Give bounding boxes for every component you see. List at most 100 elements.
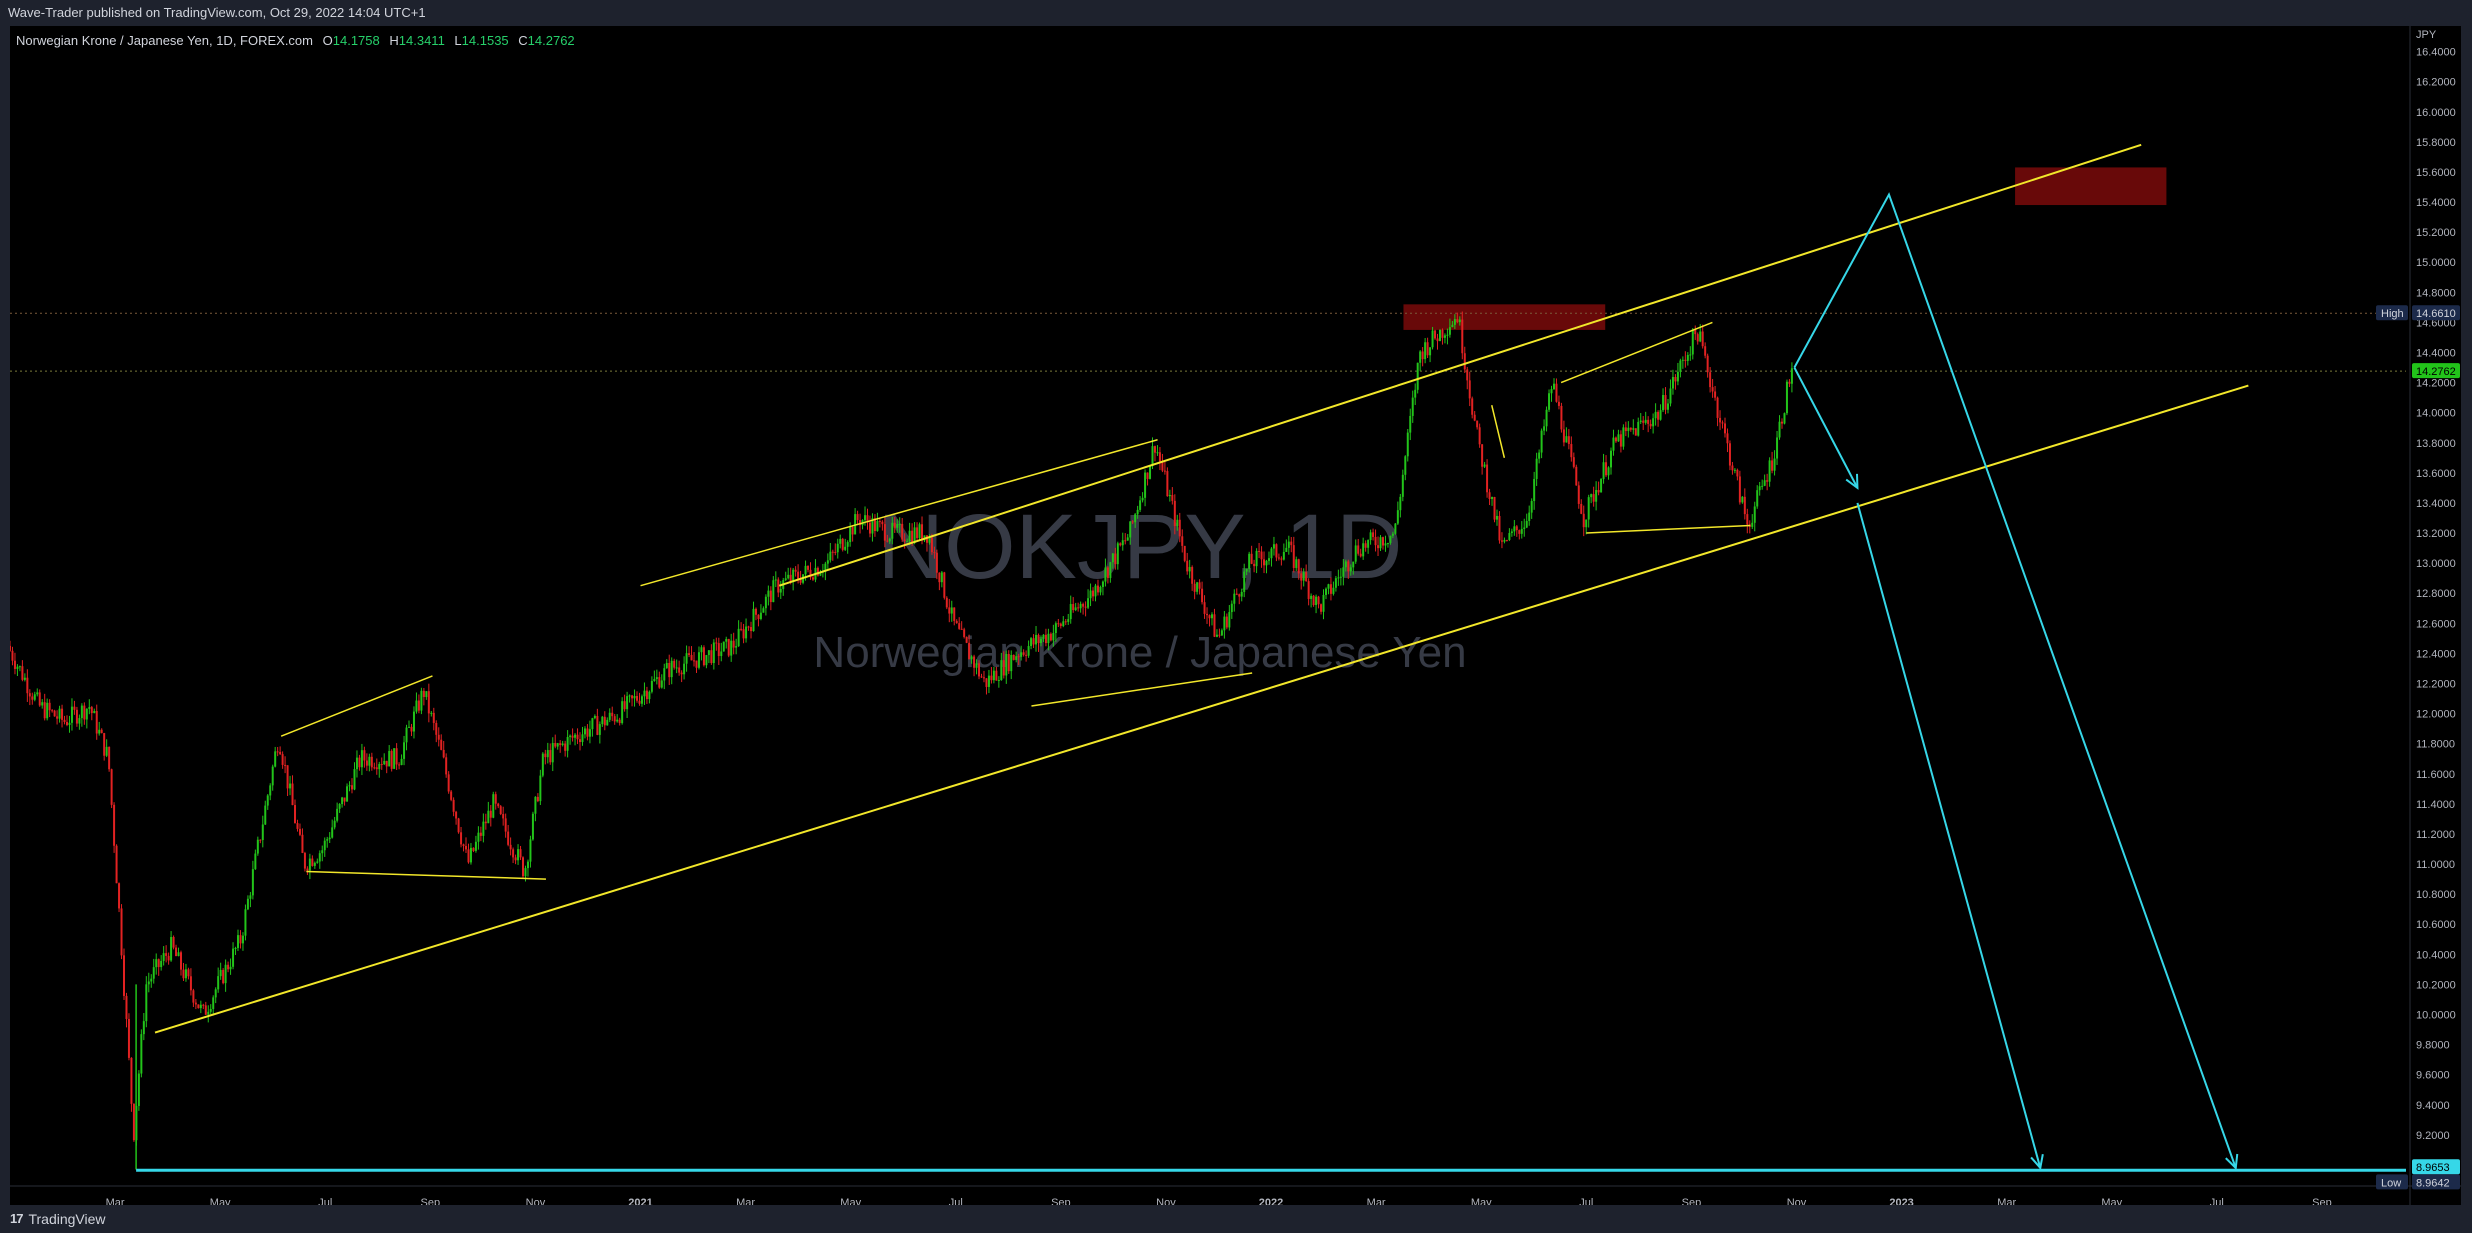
candle-body [1186, 560, 1189, 572]
candle-body [80, 705, 83, 719]
candle-body [118, 883, 121, 909]
candle-body [1780, 421, 1783, 424]
candle-body [1109, 562, 1112, 578]
candle-body [643, 690, 646, 697]
candle-body [1116, 543, 1119, 565]
candle-body [1364, 543, 1367, 548]
candle-body [1438, 329, 1441, 342]
candle-body [46, 702, 49, 719]
candle-body [103, 733, 106, 756]
candle-body [1025, 654, 1028, 656]
candle-body [1627, 427, 1630, 432]
candle-body [727, 638, 730, 656]
candle-body [512, 849, 515, 858]
candle-body [162, 953, 165, 961]
candle-body [564, 743, 567, 751]
candle-body [1530, 501, 1533, 513]
candle-body [1171, 494, 1174, 501]
candle-body [933, 552, 936, 554]
candle-body [1218, 634, 1221, 636]
candle-body [826, 560, 829, 564]
candle-body [502, 814, 505, 819]
candle-body [561, 743, 564, 746]
candle-body [73, 706, 76, 710]
candle-body [1649, 423, 1652, 427]
candle-body [722, 641, 725, 652]
candle-body [123, 955, 126, 996]
candle-body [1434, 330, 1437, 339]
candle-body [846, 542, 849, 547]
candle-body [1074, 607, 1077, 611]
candle-body [747, 626, 750, 628]
candle-body [1000, 660, 1003, 681]
candle-body [730, 640, 733, 656]
candle-body [1456, 319, 1459, 323]
candle-body [373, 767, 376, 769]
candle-body [1201, 588, 1204, 603]
candle-body [1535, 458, 1538, 479]
candle-body [1181, 536, 1184, 546]
candle-body [494, 794, 497, 804]
candle-body [1773, 458, 1776, 471]
candle-body [1054, 623, 1057, 633]
candle-body [66, 721, 69, 726]
candle-body [836, 543, 839, 553]
y-tick-label: 11.0000 [2416, 859, 2455, 871]
y-tick-label: 15.4000 [2416, 197, 2456, 209]
candle-body [1679, 360, 1682, 372]
candle-body [930, 537, 933, 553]
candle-body [1706, 355, 1709, 373]
candle-body [1478, 427, 1481, 445]
candle-body [1158, 452, 1161, 462]
candle-body [1726, 433, 1729, 444]
candle-body [1548, 393, 1551, 410]
candle-body [132, 1103, 135, 1141]
y-tick-label: 10.4000 [2416, 949, 2456, 961]
chart-area[interactable]: NOKJPY, 1D Norwegian Krone / Japanese Yen… [10, 26, 2461, 1217]
candle-body [1761, 485, 1764, 487]
candle-body [613, 716, 616, 722]
candle-body [341, 797, 344, 805]
candle-body [638, 700, 641, 704]
candle-body [1030, 638, 1033, 647]
candle-body [1622, 427, 1625, 447]
candle-body [477, 832, 480, 842]
candle-body [1723, 423, 1726, 434]
candle-body [529, 839, 532, 862]
candle-body [1600, 479, 1603, 493]
candle-body [878, 521, 881, 523]
y-tick-label: 9.8000 [2416, 1040, 2450, 1052]
candle-body [222, 969, 225, 984]
candle-body [26, 677, 29, 694]
candle-body [1352, 561, 1355, 568]
y-tick-label: 10.2000 [2416, 979, 2456, 991]
candle-body [405, 727, 408, 743]
candle-body [737, 628, 740, 647]
candle-body [137, 1073, 140, 1106]
tradingview-brand[interactable]: 17 TradingView [10, 1205, 106, 1233]
brand-text: TradingView [28, 1211, 106, 1227]
candle-body [492, 794, 495, 818]
candle-body [1039, 638, 1042, 644]
candle-body [784, 578, 787, 581]
candle-body [108, 746, 111, 770]
candle-body [1198, 582, 1201, 589]
candle-body [1067, 619, 1070, 622]
candle-body [668, 662, 671, 678]
candle-body [554, 743, 557, 747]
candle-body [566, 737, 569, 751]
candle-body [683, 663, 686, 675]
candle-body [1235, 593, 1238, 595]
candle-body [1483, 464, 1486, 467]
candle-body [903, 539, 906, 542]
candle-body [189, 976, 192, 991]
candle-body [1282, 551, 1285, 560]
y-tick-label: 14.0000 [2416, 408, 2456, 420]
candle-body [214, 989, 217, 998]
candle-body [581, 734, 584, 743]
candle-body [1632, 428, 1635, 430]
candle-body [212, 997, 215, 1009]
candle-body [963, 629, 966, 637]
candle-body [115, 845, 118, 884]
price-chart[interactable]: NOKJPY, 1DNorwegian Krone / Japanese Yen… [10, 26, 2461, 1217]
